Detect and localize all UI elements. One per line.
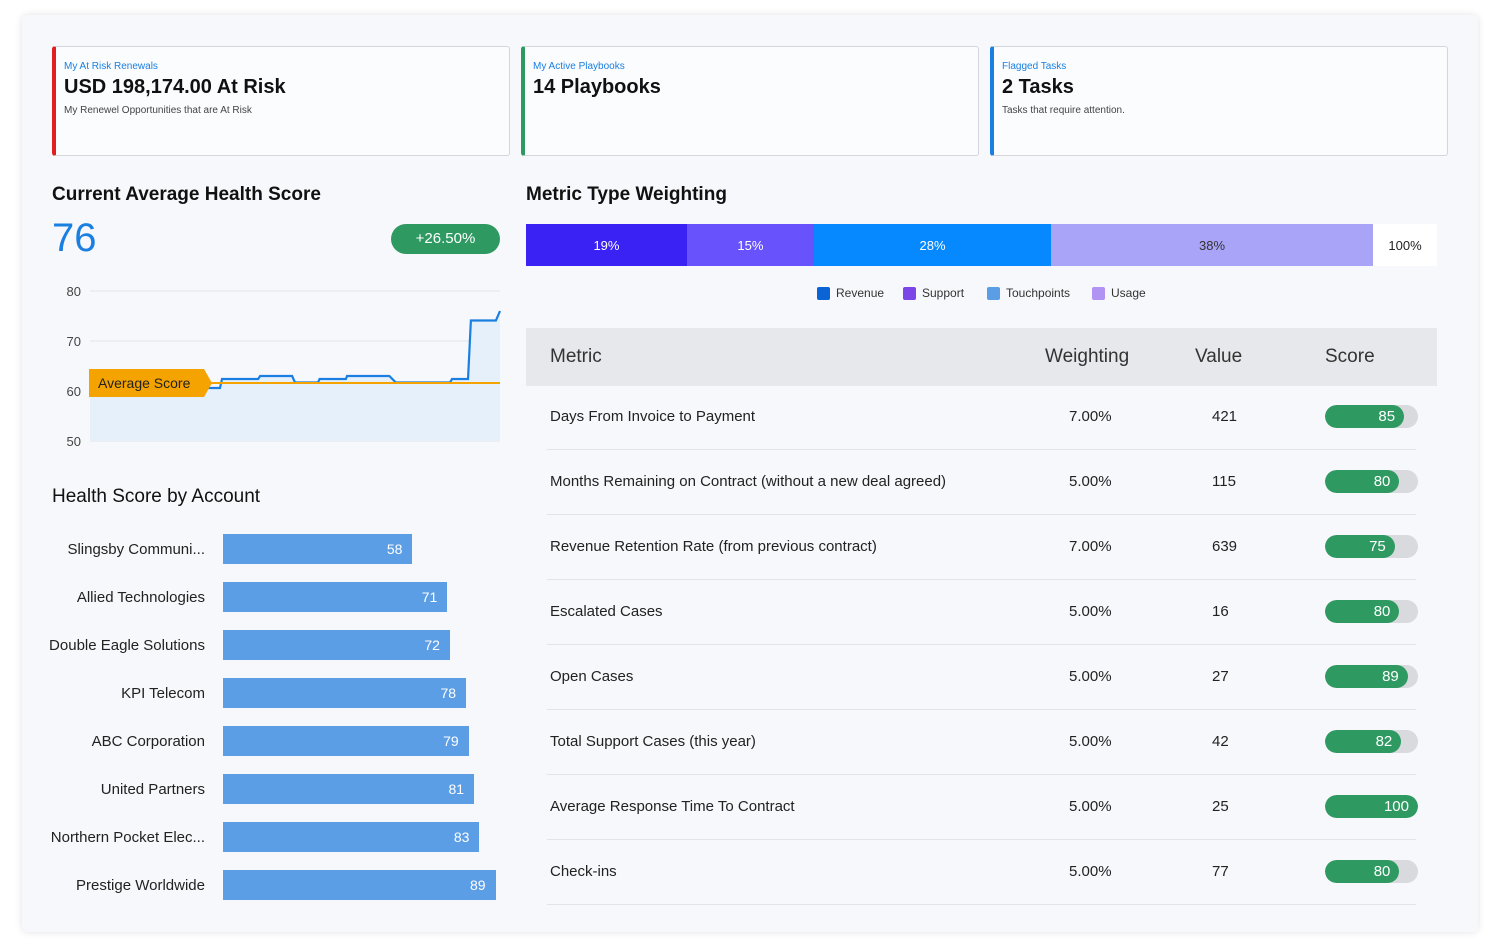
score-pill: 80 — [1325, 600, 1418, 623]
metric-weighting: 5.00% — [1069, 603, 1112, 620]
kpi-value: 2 Tasks — [1002, 76, 1447, 99]
weighting-segment-revenue[interactable]: 19% — [526, 224, 687, 266]
row-divider — [547, 774, 1416, 775]
col-weighting[interactable]: Weighting — [1045, 346, 1129, 368]
change-badge: +26.50% — [391, 224, 500, 254]
legend-label: Revenue — [836, 286, 884, 300]
metric-value: 16 — [1212, 603, 1229, 620]
table-row[interactable]: Revenue Retention Rate (from previous co… — [0, 516, 1500, 581]
weighting-total: 100% — [1373, 224, 1437, 266]
table-row[interactable]: Months Remaining on Contract (without a … — [0, 451, 1500, 516]
legend-swatch — [1092, 287, 1105, 300]
metric-weighting: 5.00% — [1069, 668, 1112, 685]
legend-item[interactable]: Revenue — [817, 286, 884, 300]
metric-name: Check-ins — [550, 863, 617, 880]
table-row[interactable]: Average Response Time To Contract 5.00% … — [0, 776, 1500, 841]
legend-label: Usage — [1111, 286, 1146, 300]
table-row[interactable]: Total Support Cases (this year) 5.00% 42… — [0, 711, 1500, 776]
score-pill: 85 — [1325, 405, 1418, 428]
score-pill: 75 — [1325, 535, 1418, 558]
score-fill: 80 — [1325, 860, 1399, 883]
kpi-value: USD 198,174.00 At Risk — [64, 76, 509, 99]
legend-swatch — [987, 287, 1000, 300]
metric-weighting: 5.00% — [1069, 863, 1112, 880]
table-header — [526, 328, 1437, 386]
score-pill: 100 — [1325, 795, 1418, 818]
metric-weighting: 7.00% — [1069, 408, 1112, 425]
score-fill: 75 — [1325, 535, 1395, 558]
table-row[interactable]: Escalated Cases 5.00% 16 80 — [0, 581, 1500, 646]
score-fill: 100 — [1325, 795, 1418, 818]
weighting-title: Metric Type Weighting — [526, 184, 727, 206]
score-fill: 80 — [1325, 600, 1399, 623]
metric-weighting: 7.00% — [1069, 538, 1112, 555]
metric-value: 25 — [1212, 798, 1229, 815]
kpi-card[interactable]: My Active Playbooks 14 Playbooks — [521, 46, 979, 156]
table-row[interactable]: Check-ins 5.00% 77 80 — [0, 841, 1500, 906]
metric-value: 77 — [1212, 863, 1229, 880]
metric-value: 42 — [1212, 733, 1229, 750]
row-divider — [547, 709, 1416, 710]
row-divider — [547, 579, 1416, 580]
weighting-segment-usage[interactable]: 38% — [1051, 224, 1373, 266]
score-fill: 82 — [1325, 730, 1401, 753]
row-divider — [547, 514, 1416, 515]
col-score[interactable]: Score — [1325, 346, 1375, 368]
score-pill: 89 — [1325, 665, 1418, 688]
score-pill: 82 — [1325, 730, 1418, 753]
health-score: 76 — [52, 216, 97, 261]
kpi-value: 14 Playbooks — [533, 76, 978, 99]
row-divider — [547, 449, 1416, 450]
kpi-card[interactable]: Flagged Tasks 2 Tasks Tasks that require a… — [990, 46, 1448, 156]
row-divider — [547, 904, 1416, 905]
row-divider — [547, 644, 1416, 645]
health-title: Current Average Health Score — [52, 184, 321, 206]
metric-weighting: 5.00% — [1069, 473, 1112, 490]
table-row[interactable]: Open Cases 5.00% 27 89 — [0, 646, 1500, 711]
legend-label: Touchpoints — [1006, 286, 1070, 300]
weighting-segment-touchpoints[interactable]: 28% — [814, 224, 1051, 266]
kpi-card[interactable]: My At Risk Renewals USD 198,174.00 At Ris… — [52, 46, 510, 156]
kpi-label: My At Risk Renewals — [64, 61, 509, 72]
metric-weighting: 5.00% — [1069, 733, 1112, 750]
legend-item[interactable]: Support — [903, 286, 964, 300]
metric-name: Revenue Retention Rate (from previous co… — [550, 538, 877, 555]
score-pill: 80 — [1325, 860, 1418, 883]
metric-name: Total Support Cases (this year) — [550, 733, 756, 750]
metric-name: Average Response Time To Contract — [550, 798, 795, 815]
col-metric[interactable]: Metric — [550, 346, 602, 368]
metric-name: Days From Invoice to Payment — [550, 408, 755, 425]
kpi-subtitle: My Renewel Opportunities that are At Ris… — [64, 105, 509, 116]
score-pill: 80 — [1325, 470, 1418, 493]
metric-value: 639 — [1212, 538, 1237, 555]
kpi-label: My Active Playbooks — [533, 61, 978, 72]
metric-name: Months Remaining on Contract (without a … — [550, 473, 946, 490]
legend-item[interactable]: Usage — [1092, 286, 1146, 300]
legend-swatch — [903, 287, 916, 300]
col-value[interactable]: Value — [1195, 346, 1242, 368]
legend-item[interactable]: Touchpoints — [987, 286, 1070, 300]
legend-label: Support — [922, 286, 964, 300]
score-fill: 80 — [1325, 470, 1399, 493]
row-divider — [547, 839, 1416, 840]
metric-name: Escalated Cases — [550, 603, 663, 620]
metric-value: 27 — [1212, 668, 1229, 685]
legend-swatch — [817, 287, 830, 300]
metric-value: 421 — [1212, 408, 1237, 425]
metric-value: 115 — [1212, 473, 1236, 490]
weighting-segment-support[interactable]: 15% — [687, 224, 814, 266]
kpi-label: Flagged Tasks — [1002, 61, 1447, 72]
metric-weighting: 5.00% — [1069, 798, 1112, 815]
score-fill: 85 — [1325, 405, 1404, 428]
kpi-subtitle: Tasks that require attention. — [1002, 105, 1447, 116]
score-fill: 89 — [1325, 665, 1408, 688]
y-tick-label: 80 — [67, 284, 81, 299]
y-tick-label: 70 — [67, 334, 81, 349]
table-row[interactable]: Days From Invoice to Payment 7.00% 421 8… — [0, 386, 1500, 451]
metric-name: Open Cases — [550, 668, 633, 685]
